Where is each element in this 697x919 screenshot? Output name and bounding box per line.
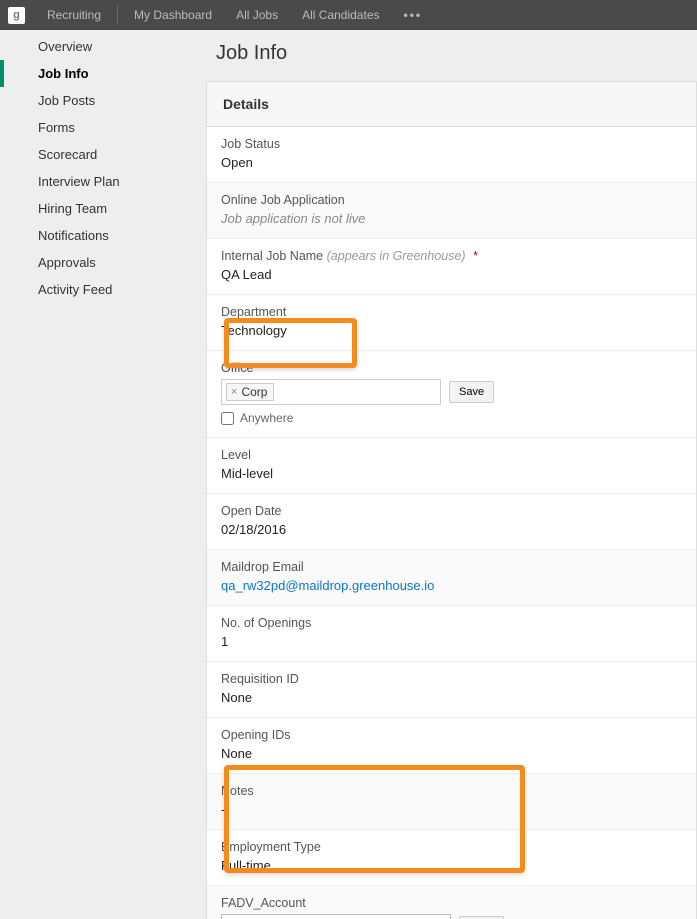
label-fadv-account: FADV_Account (221, 896, 682, 910)
page-title: Job Info (216, 42, 697, 65)
value-req-id: None (221, 690, 682, 705)
field-job-status: Job Status Open (207, 127, 696, 183)
office-save-button[interactable]: Save (449, 381, 494, 403)
app-logo[interactable]: g (8, 7, 25, 24)
label-req-id: Requisition ID (221, 672, 682, 686)
required-asterisk: * (473, 249, 478, 263)
sidebar-item-forms[interactable]: Forms (0, 114, 200, 141)
field-notes: Notes -- (207, 774, 696, 830)
label-job-status: Job Status (221, 137, 682, 151)
top-nav-all-jobs[interactable]: All Jobs (224, 0, 290, 30)
top-nav-my-dashboard[interactable]: My Dashboard (122, 0, 224, 30)
field-req-id: Requisition ID None (207, 662, 696, 718)
anywhere-label: Anywhere (240, 411, 293, 425)
label-online-app: Online Job Application (221, 193, 682, 207)
value-online-app: Job application is not live (221, 211, 682, 226)
label-level: Level (221, 448, 682, 462)
sidebar-item-overview[interactable]: Overview (0, 33, 200, 60)
remove-tag-icon[interactable]: × (231, 386, 237, 398)
field-online-app: Online Job Application Job application i… (207, 183, 696, 239)
top-nav-recruiting[interactable]: Recruiting (35, 0, 113, 30)
value-employment: Full-time (221, 858, 682, 873)
value-internal-name: QA Lead (221, 267, 682, 282)
value-department: Technology (221, 323, 682, 338)
value-notes: -- (221, 802, 682, 817)
office-tag-label: Corp (241, 385, 267, 399)
field-employment: Employment Type Full-time (207, 830, 696, 886)
value-open-date: 02/18/2016 (221, 522, 682, 537)
fadv-account-select[interactable]: 107094_Main-Account × ▼ (221, 914, 451, 919)
top-nav-all-candidates[interactable]: All Candidates (290, 0, 391, 30)
anywhere-checkbox[interactable] (221, 412, 234, 425)
field-internal-name: Internal Job Name (appears in Greenhouse… (207, 239, 696, 295)
value-maildrop[interactable]: qa_rw32pd@maildrop.greenhouse.io (221, 578, 682, 593)
main-content: Job Info Details Job Status Open Online … (200, 30, 697, 919)
label-notes: Notes (221, 784, 682, 798)
sidebar-item-job-posts[interactable]: Job Posts (0, 87, 200, 114)
field-office: Office × Corp Save Anywhere (207, 351, 696, 438)
field-fadv-account: FADV_Account 107094_Main-Account × ▼ Sav… (207, 886, 696, 919)
sidebar-item-hiring-team[interactable]: Hiring Team (0, 195, 200, 222)
value-job-status: Open (221, 155, 682, 170)
label-internal-name-sub: (appears in Greenhouse) (327, 249, 466, 263)
label-employment: Employment Type (221, 840, 682, 854)
value-opening-ids: None (221, 746, 682, 761)
details-panel: Details Job Status Open Online Job Appli… (206, 81, 697, 919)
label-maildrop: Maildrop Email (221, 560, 682, 574)
field-department: Department Technology (207, 295, 696, 351)
value-level: Mid-level (221, 466, 682, 481)
field-maildrop: Maildrop Email qa_rw32pd@maildrop.greenh… (207, 550, 696, 606)
top-nav-divider (117, 5, 118, 25)
field-openings: No. of Openings 1 (207, 606, 696, 662)
office-tag-corp[interactable]: × Corp (226, 383, 274, 401)
office-tag-input[interactable]: × Corp (221, 379, 441, 405)
sidebar-item-activity-feed[interactable]: Activity Feed (0, 276, 200, 303)
label-open-date: Open Date (221, 504, 682, 518)
top-nav-more-icon[interactable]: ••• (392, 0, 435, 30)
sidebar: Overview Job Info Job Posts Forms Scorec… (0, 30, 200, 919)
details-header: Details (207, 82, 696, 127)
label-internal-name: Internal Job Name (appears in Greenhouse… (221, 249, 682, 263)
field-level: Level Mid-level (207, 438, 696, 494)
label-office: Office (221, 361, 682, 375)
label-openings: No. of Openings (221, 616, 682, 630)
top-nav: g Recruiting My Dashboard All Jobs All C… (0, 0, 697, 30)
field-opening-ids: Opening IDs None (207, 718, 696, 774)
field-open-date: Open Date 02/18/2016 (207, 494, 696, 550)
sidebar-item-scorecard[interactable]: Scorecard (0, 141, 200, 168)
sidebar-item-interview-plan[interactable]: Interview Plan (0, 168, 200, 195)
value-openings: 1 (221, 634, 682, 649)
sidebar-item-approvals[interactable]: Approvals (0, 249, 200, 276)
label-opening-ids: Opening IDs (221, 728, 682, 742)
label-department: Department (221, 305, 682, 319)
anywhere-checkbox-row[interactable]: Anywhere (221, 411, 682, 425)
sidebar-item-job-info[interactable]: Job Info (0, 60, 200, 87)
sidebar-item-notifications[interactable]: Notifications (0, 222, 200, 249)
label-internal-name-text: Internal Job Name (221, 249, 323, 263)
